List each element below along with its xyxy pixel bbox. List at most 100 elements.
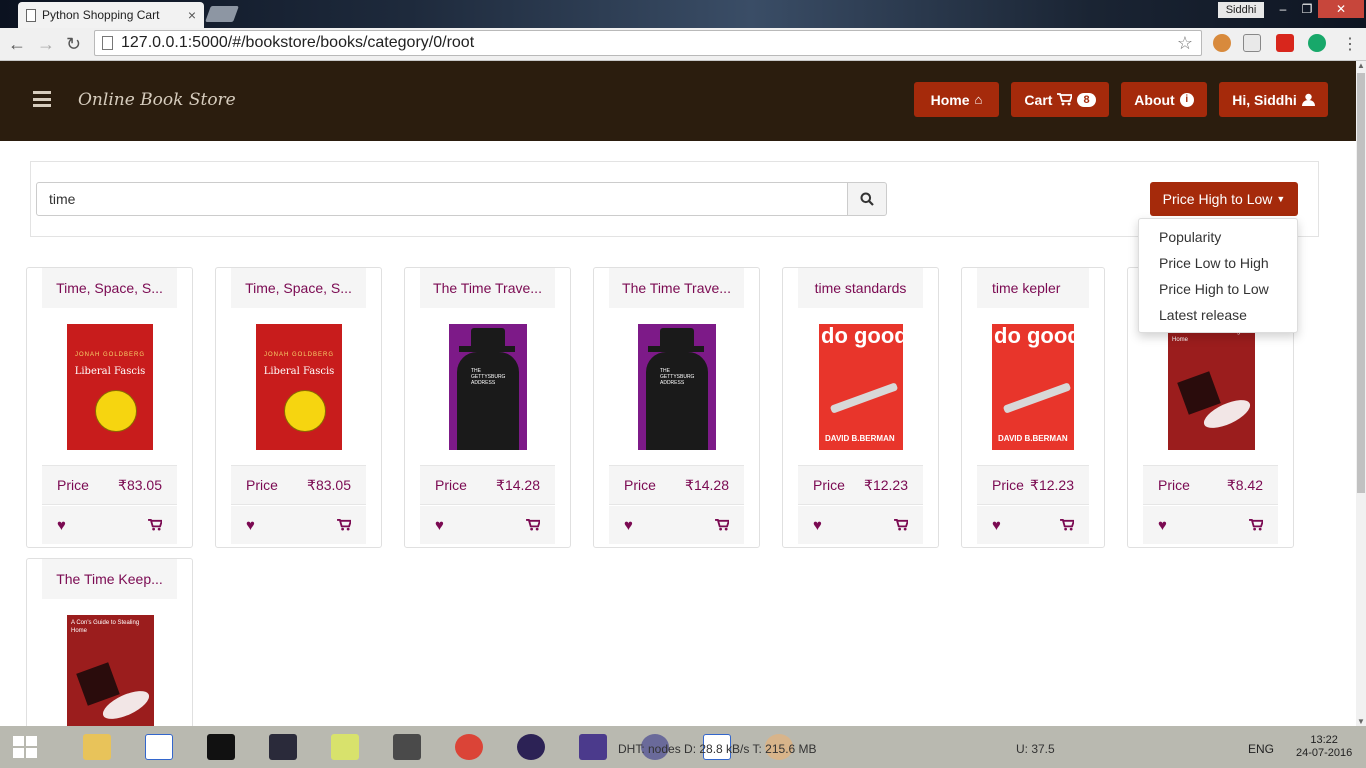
price-row: Price ₹83.05 xyxy=(231,465,366,505)
add-to-cart-icon[interactable] xyxy=(148,519,162,531)
heart-icon[interactable]: ♥ xyxy=(992,517,1001,534)
cover-title: A Con's Guide to Stealing Home xyxy=(67,615,154,645)
book-title[interactable]: Time, Space, S... xyxy=(42,268,177,308)
book-cover-image[interactable]: JONAH GOLDBERG Liberal Fascis xyxy=(67,324,153,450)
price-row: Price ₹83.05 xyxy=(42,465,177,505)
page-scrollbar[interactable]: ▲ ▼ xyxy=(1356,61,1366,726)
system-clock[interactable]: 13:22 24-07-2016 xyxy=(1296,734,1352,760)
search-input[interactable] xyxy=(36,182,848,216)
book-cover-image[interactable]: THE GETTYSBURG ADDRESS xyxy=(638,324,716,450)
book-title[interactable]: time standards xyxy=(798,268,923,308)
sticky-notes-taskbar-icon[interactable] xyxy=(320,729,370,765)
code-editor-taskbar-icon[interactable] xyxy=(134,729,184,765)
language-indicator[interactable]: ENG xyxy=(1248,742,1274,756)
book-title[interactable]: Time, Space, S... xyxy=(231,268,366,308)
book-cover-image[interactable]: do good design DAVID B.BERMAN xyxy=(992,324,1074,450)
add-to-cart-icon[interactable] xyxy=(1249,519,1263,531)
book-card[interactable]: Time, Space, S... JONAH GOLDBERG Liberal… xyxy=(215,267,382,548)
cover-author: DAVID B.BERMAN xyxy=(998,434,1068,443)
price-value: ₹83.05 xyxy=(307,476,351,493)
sort-option-latest[interactable]: Latest release xyxy=(1139,302,1297,328)
extension-owl-icon[interactable] xyxy=(1213,34,1231,52)
explorer-taskbar-icon[interactable] xyxy=(72,729,122,765)
price-row: Price ₹8.42 xyxy=(1143,465,1278,505)
add-to-cart-icon[interactable] xyxy=(894,519,908,531)
mysql-taskbar-icon[interactable] xyxy=(258,729,308,765)
tab-close-icon[interactable]: × xyxy=(188,7,196,23)
tab-title: Python Shopping Cart xyxy=(42,8,160,22)
sort-dropdown-button[interactable]: Price High to Low ▼ xyxy=(1150,182,1298,216)
heart-icon[interactable]: ♥ xyxy=(1158,517,1167,534)
price-row: Price ₹14.28 xyxy=(420,465,555,505)
window-close-icon[interactable]: ✕ xyxy=(1318,0,1364,18)
scroll-up-icon[interactable]: ▲ xyxy=(1356,61,1366,70)
bookmark-star-icon[interactable]: ☆ xyxy=(1177,31,1193,55)
reload-icon[interactable]: ↻ xyxy=(66,34,81,54)
book-cover-image[interactable]: JONAH GOLDBERG Liberal Fascis xyxy=(256,324,342,450)
heart-icon[interactable]: ♥ xyxy=(813,517,822,534)
restore-icon[interactable]: ❐ xyxy=(1294,0,1320,18)
new-tab-button[interactable] xyxy=(205,6,239,22)
book-cover-image[interactable]: THE GETTYSBURG ADDRESS xyxy=(449,324,527,450)
book-card[interactable]: time standards do good design DAVID B.BE… xyxy=(782,267,939,548)
extension-b-icon[interactable] xyxy=(1243,34,1261,52)
add-to-cart-icon[interactable] xyxy=(337,519,351,531)
minimize-icon[interactable]: – xyxy=(1270,0,1296,18)
sort-option-price-high-low[interactable]: Price High to Low xyxy=(1139,276,1297,302)
user-button[interactable]: Hi, Siddhi xyxy=(1219,82,1328,117)
cart-button[interactable]: Cart 8 xyxy=(1011,82,1109,117)
heart-icon[interactable]: ♥ xyxy=(435,517,444,534)
scrollbar-thumb[interactable] xyxy=(1357,73,1365,493)
menu-list-icon[interactable] xyxy=(33,91,51,107)
book-card[interactable]: The Time Trave... THE GETTYSBURG ADDRESS… xyxy=(593,267,760,548)
browser-profile-name[interactable]: Siddhi xyxy=(1218,2,1264,18)
price-label: Price xyxy=(246,477,278,493)
book-cover-image[interactable]: do good design DAVID B.BERMAN xyxy=(819,324,903,450)
search-button[interactable] xyxy=(847,182,887,216)
card-actions: ♥ xyxy=(798,506,923,544)
card-actions: ♥ xyxy=(420,506,555,544)
caret-down-icon: ▼ xyxy=(1276,194,1286,204)
cart-count-badge: 8 xyxy=(1077,92,1096,107)
sort-dropdown-menu: Popularity Price Low to High Price High … xyxy=(1138,218,1298,333)
browser-menu-icon[interactable]: ⋮ xyxy=(1342,34,1358,54)
book-title[interactable]: The Time Trave... xyxy=(420,268,555,308)
card-actions: ♥ xyxy=(42,506,177,544)
brand-title[interactable]: Online Book Store xyxy=(78,90,236,110)
heart-icon[interactable]: ♥ xyxy=(57,517,66,534)
start-button[interactable] xyxy=(0,729,50,765)
about-button[interactable]: About i xyxy=(1121,82,1207,117)
book-cover-image[interactable]: A Con's Guide to Stealing Home xyxy=(67,615,154,735)
add-to-cart-icon[interactable] xyxy=(1060,519,1074,531)
forward-arrow-icon[interactable]: → xyxy=(37,34,55,54)
address-bar[interactable]: 127.0.0.1:5000/#/bookstore/books/categor… xyxy=(94,30,1202,56)
chrome-taskbar-icon[interactable] xyxy=(444,729,494,765)
book-card[interactable]: time kepler do good design DAVID B.BERMA… xyxy=(961,267,1105,548)
add-to-cart-icon[interactable] xyxy=(715,519,729,531)
book-card[interactable]: Time, Space, S... JONAH GOLDBERG Liberal… xyxy=(26,267,193,548)
price-label: Price xyxy=(1158,477,1190,493)
extension-cors-icon[interactable] xyxy=(1276,34,1294,52)
sort-option-price-low-high[interactable]: Price Low to High xyxy=(1139,250,1297,276)
card-actions: ♥ xyxy=(609,506,744,544)
eclipse-taskbar-icon[interactable] xyxy=(506,729,556,765)
heart-icon[interactable]: ♥ xyxy=(246,517,255,534)
back-arrow-icon[interactable]: ← xyxy=(8,34,26,54)
clock-time: 13:22 xyxy=(1310,734,1338,746)
cmd-taskbar-icon[interactable] xyxy=(196,729,246,765)
heart-icon[interactable]: ♥ xyxy=(624,517,633,534)
book-card[interactable]: The Time Trave... THE GETTYSBURG ADDRESS… xyxy=(404,267,571,548)
java-ee-ide-taskbar-icon[interactable] xyxy=(568,729,618,765)
home-icon: ⌂ xyxy=(974,92,983,107)
book-cover-image[interactable]: A Con's Guide to Stealing Home xyxy=(1168,324,1255,450)
browser-tab-active[interactable]: Python Shopping Cart × xyxy=(18,2,204,28)
book-title[interactable]: The Time Keep... xyxy=(42,559,177,599)
home-button[interactable]: Home ⌂ xyxy=(914,82,999,117)
scroll-down-icon[interactable]: ▼ xyxy=(1356,717,1366,726)
book-title[interactable]: The Time Trave... xyxy=(609,268,744,308)
sublime-taskbar-icon[interactable] xyxy=(382,729,432,765)
extension-eye-icon[interactable] xyxy=(1308,34,1326,52)
book-title[interactable]: time kepler xyxy=(977,268,1089,308)
sort-option-popularity[interactable]: Popularity xyxy=(1139,224,1297,250)
add-to-cart-icon[interactable] xyxy=(526,519,540,531)
